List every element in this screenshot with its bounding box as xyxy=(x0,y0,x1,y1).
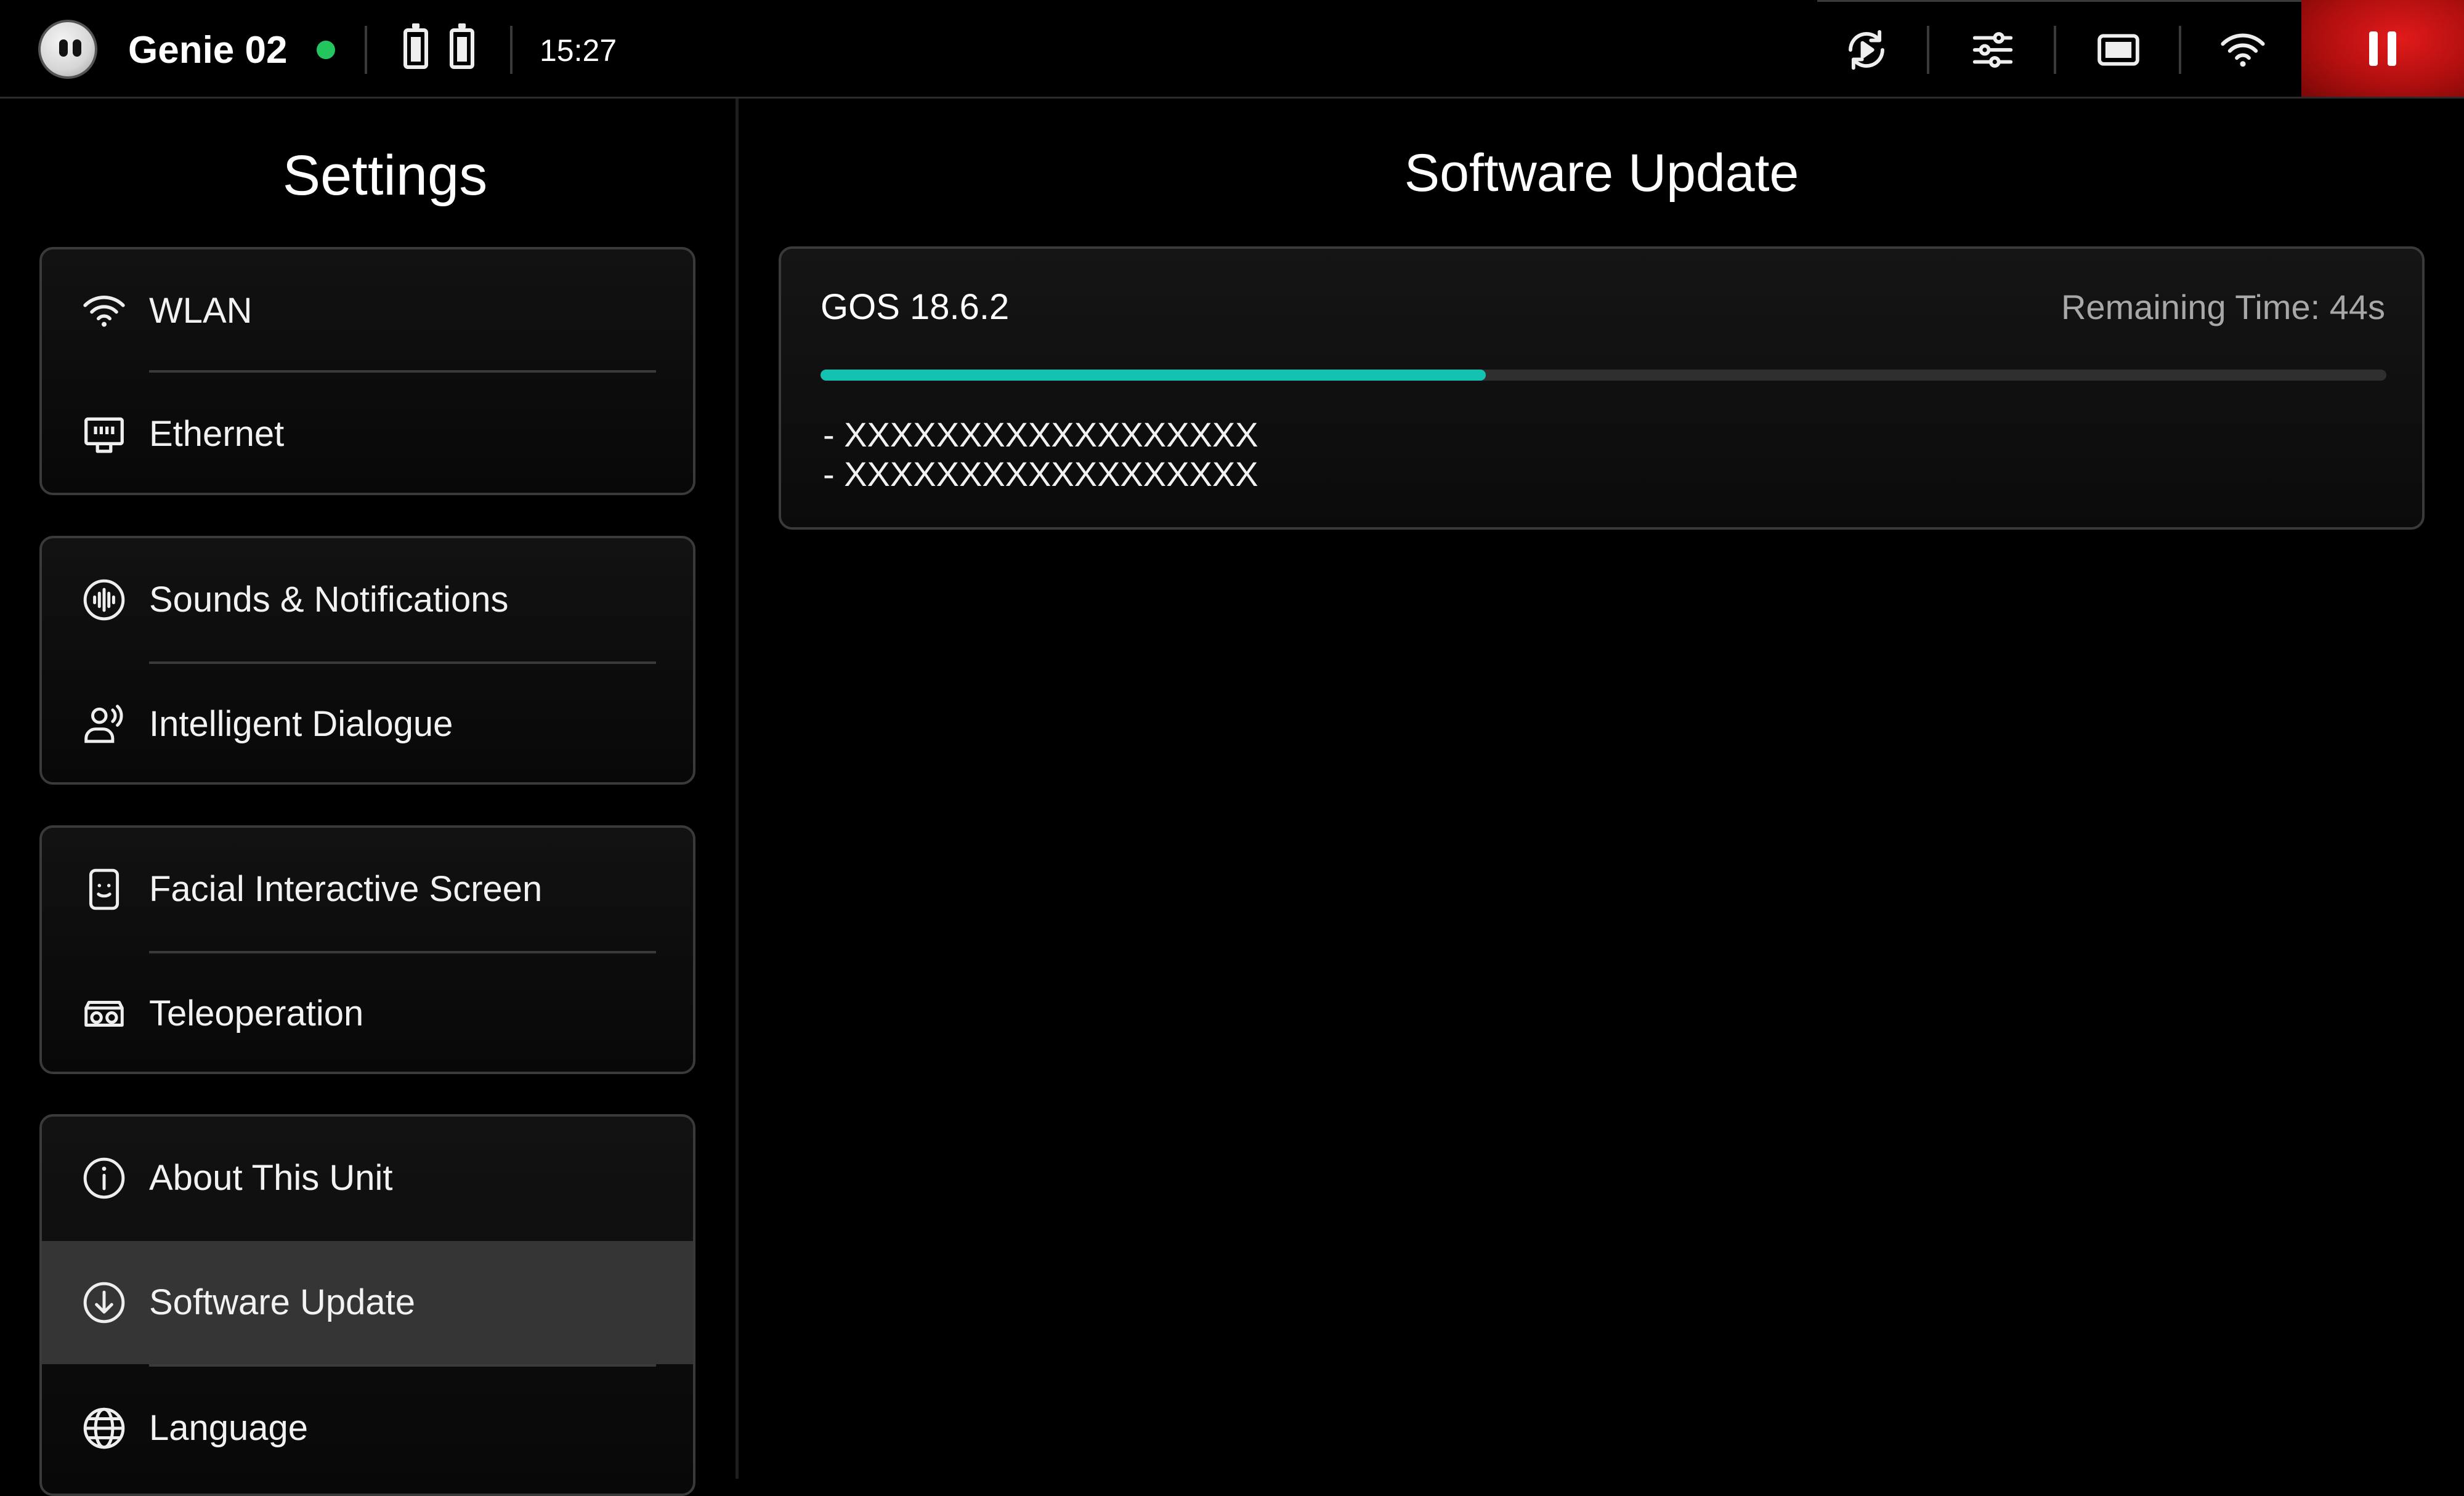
sidebar-item-label: Intelligent Dialogue xyxy=(149,704,453,744)
sidebar-item-label: About This Unit xyxy=(149,1158,393,1198)
globe-icon xyxy=(80,1404,128,1452)
pause-button[interactable] xyxy=(2301,0,2464,97)
sidebar-item-label: Software Update xyxy=(149,1282,416,1322)
ethernet-icon xyxy=(80,410,128,458)
page-title: Software Update xyxy=(1404,144,1799,203)
screen-icon[interactable] xyxy=(2091,22,2146,78)
sidebar-item-sounds-notifications[interactable]: Sounds & Notifications xyxy=(42,538,693,661)
update-progress-fill xyxy=(821,370,1486,381)
sidebar-item-label: Sounds & Notifications xyxy=(149,580,509,620)
topbar-separator xyxy=(365,26,367,74)
download-icon xyxy=(80,1279,128,1327)
update-progress-bar xyxy=(821,370,2386,381)
settings-group-network: WLAN Ethernet xyxy=(39,247,695,495)
sidebar-item-intelligent-dialogue[interactable]: Intelligent Dialogue xyxy=(42,664,693,782)
avatar-eye-right xyxy=(73,39,81,57)
online-status-dot xyxy=(317,41,335,59)
sidebar-item-facial-interactive-screen[interactable]: Facial Interactive Screen xyxy=(42,828,693,951)
robot-avatar-icon[interactable] xyxy=(38,20,97,79)
sliders-icon[interactable] xyxy=(1965,22,2020,78)
remaining-time: Remaining Time: 44s xyxy=(2061,288,2385,326)
sidebar-item-ethernet[interactable]: Ethernet xyxy=(42,373,693,493)
info-icon xyxy=(80,1154,128,1202)
sidebar-item-label: Teleoperation xyxy=(149,993,364,1033)
pane-divider xyxy=(736,99,739,1479)
sidebar-item-label: WLAN xyxy=(149,291,253,331)
sidebar-item-label: Facial Interactive Screen xyxy=(149,869,543,909)
pause-icon xyxy=(2369,31,2396,66)
sidebar-item-teleoperation[interactable]: Teleoperation xyxy=(42,953,693,1072)
sidebar-item-software-update[interactable]: Software Update xyxy=(42,1241,693,1364)
sidebar-item-label: Ethernet xyxy=(149,414,285,454)
avatar-eye-left xyxy=(59,39,68,57)
top-status-bar: Genie 02 15:27 xyxy=(0,0,2464,99)
topbar-separator xyxy=(2054,26,2056,74)
settings-group-system: About This Unit Software Update Language xyxy=(39,1114,695,1496)
battery-icon xyxy=(403,23,428,69)
device-name: Genie 02 xyxy=(128,29,288,71)
update-version: GOS 18.6.2 xyxy=(821,287,1010,327)
clock: 15:27 xyxy=(540,33,617,68)
sidebar-item-language[interactable]: Language xyxy=(42,1367,693,1490)
settings-title: Settings xyxy=(282,144,488,207)
app-root: Genie 02 15:27 Settings WLAN Ethernet So… xyxy=(0,0,2464,1496)
sidebar-item-wlan[interactable]: WLAN xyxy=(42,249,693,373)
sound-wave-icon xyxy=(80,576,128,624)
top-bar-accent-line xyxy=(1817,0,2304,2)
topbar-separator xyxy=(1927,26,1929,74)
replay-icon[interactable] xyxy=(1839,22,1894,78)
wifi-icon[interactable] xyxy=(2215,22,2271,78)
wifi-icon xyxy=(80,287,128,335)
settings-group-interaction: Sounds & Notifications Intelligent Dialo… xyxy=(39,536,695,785)
release-note: - XXXXXXXXXXXXXXXXXX xyxy=(823,415,1258,454)
face-screen-icon xyxy=(80,865,128,913)
release-note: - XXXXXXXXXXXXXXXXXX xyxy=(823,455,1258,493)
sidebar-item-about-this-unit[interactable]: About This Unit xyxy=(42,1117,693,1240)
sidebar-item-label: Language xyxy=(149,1408,309,1448)
update-card: GOS 18.6.2 Remaining Time: 44s - XXXXXXX… xyxy=(779,246,2425,530)
vr-headset-icon xyxy=(80,990,128,1038)
settings-group-display: Facial Interactive Screen Teleoperation xyxy=(39,825,695,1074)
topbar-separator xyxy=(2179,26,2181,74)
person-voice-icon xyxy=(80,700,128,748)
topbar-separator xyxy=(510,26,513,74)
battery-icon xyxy=(450,23,474,69)
